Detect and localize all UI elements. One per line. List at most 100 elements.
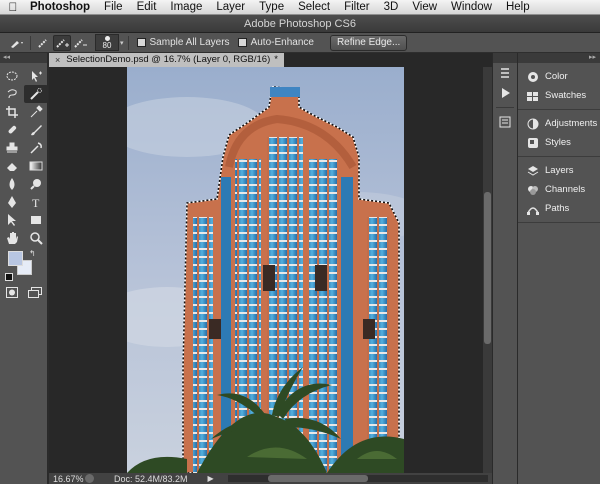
- options-separator: [30, 35, 31, 50]
- menu-bar:  Photoshop File Edit Image Layer Type S…: [0, 0, 600, 15]
- history-panel-icon[interactable]: [493, 63, 517, 83]
- menu-filter[interactable]: Filter: [337, 1, 377, 13]
- panel-styles[interactable]: Styles: [518, 133, 600, 152]
- styles-panel-icon: [526, 137, 539, 149]
- options-separator: [127, 35, 129, 50]
- auto-enhance-checkbox[interactable]: Auto-Enhance: [237, 37, 314, 48]
- menu-layer[interactable]: Layer: [209, 1, 252, 13]
- screen-mode-icon[interactable]: [28, 287, 42, 301]
- zoom-level[interactable]: 16.67%: [49, 474, 84, 484]
- panel-swatches[interactable]: Swatches: [518, 86, 600, 105]
- brush-size-picker[interactable]: 80: [95, 34, 119, 51]
- document-tab-label: SelectionDemo.psd @ 16.7% (Layer 0, RGB/…: [66, 54, 271, 65]
- document-tab[interactable]: × SelectionDemo.psd @ 16.7% (Layer 0, RG…: [49, 53, 284, 67]
- scrollbar-thumb[interactable]: [484, 192, 491, 344]
- horizontal-scrollbar[interactable]: [228, 475, 488, 482]
- layers-panel-icon: [526, 165, 539, 177]
- checkbox-box[interactable]: [237, 38, 247, 47]
- properties-panel-icon[interactable]: [493, 112, 517, 132]
- move-tool-icon[interactable]: [24, 67, 48, 85]
- panel-group-color: Color Swatches: [518, 63, 600, 110]
- lasso-tool-icon[interactable]: [0, 85, 24, 103]
- panel-paths[interactable]: Paths: [518, 199, 600, 218]
- panel-adjustments-label: Adjustments: [545, 118, 598, 129]
- menu-type[interactable]: Type: [252, 1, 291, 13]
- doc-size: Doc: 52.4M/83.2M: [114, 473, 188, 484]
- tower-photo: [127, 67, 404, 473]
- panel-styles-label: Styles: [545, 137, 571, 148]
- menu-3d[interactable]: 3D: [377, 1, 406, 13]
- panel-channels[interactable]: Channels: [518, 180, 600, 199]
- horizontal-scrollbar-thumb[interactable]: [268, 475, 368, 482]
- tool-preset-picker-icon[interactable]: [8, 35, 26, 51]
- marquee-tool-icon[interactable]: [0, 67, 24, 85]
- dodge-tool-icon[interactable]: [24, 175, 48, 193]
- actions-panel-icon[interactable]: [493, 83, 517, 103]
- swap-colors-icon[interactable]: ↰: [29, 249, 36, 258]
- menu-window[interactable]: Window: [444, 1, 499, 13]
- document-modified-marker: *: [274, 54, 278, 65]
- hand-tool-icon[interactable]: [0, 229, 24, 247]
- channels-panel-icon: [526, 184, 539, 196]
- options-bar: 80 ▾ Sample All Layers Auto-Enhance Refi…: [0, 33, 600, 53]
- close-document-icon[interactable]: ×: [55, 53, 60, 67]
- tools-collapse-icon[interactable]: ◂◂: [0, 53, 47, 63]
- refine-edge-button[interactable]: Refine Edge...: [329, 34, 408, 51]
- color-panel-icon: [526, 71, 539, 83]
- svg-text:T: T: [32, 196, 40, 209]
- clone-stamp-tool-icon[interactable]: [0, 139, 24, 157]
- menu-photoshop[interactable]: Photoshop: [26, 1, 97, 13]
- brush-tool-icon[interactable]: [24, 121, 48, 139]
- default-colors-icon[interactable]: [5, 273, 13, 281]
- image-canvas[interactable]: [127, 67, 404, 473]
- quick-mask-icon[interactable]: [6, 287, 18, 301]
- eraser-tool-icon[interactable]: [0, 157, 24, 175]
- checkbox-box[interactable]: [136, 38, 146, 47]
- apple-icon[interactable]: : [0, 0, 26, 14]
- panel-color[interactable]: Color: [518, 67, 600, 86]
- rectangle-tool-icon[interactable]: [24, 211, 48, 229]
- blur-tool-icon[interactable]: [0, 175, 24, 193]
- new-selection-brush-icon[interactable]: [35, 35, 53, 51]
- paths-panel-icon: [526, 203, 539, 215]
- vertical-scrollbar[interactable]: [483, 67, 492, 473]
- brush-dropdown-icon[interactable]: ▾: [120, 39, 124, 47]
- status-bar: 16.67% Doc: 52.4M/83.2M ▶: [49, 473, 492, 484]
- crop-tool-icon[interactable]: [0, 103, 24, 121]
- eyedropper-tool-icon[interactable]: [24, 103, 48, 121]
- menu-image[interactable]: Image: [163, 1, 209, 13]
- window-title: Adobe Photoshop CS6: [0, 15, 600, 33]
- path-selection-tool-icon[interactable]: [0, 211, 24, 229]
- subtract-from-selection-brush-icon[interactable]: [71, 35, 89, 51]
- sample-all-layers-checkbox[interactable]: Sample All Layers: [136, 37, 230, 48]
- gradient-tool-icon[interactable]: [24, 157, 48, 175]
- foreground-color-swatch[interactable]: [8, 251, 23, 266]
- auto-enhance-label: Auto-Enhance: [250, 37, 314, 48]
- pen-tool-icon[interactable]: [0, 193, 24, 211]
- tools-panel: ◂◂ T ↰: [0, 53, 48, 484]
- panel-color-label: Color: [545, 71, 568, 82]
- menu-edit[interactable]: Edit: [130, 1, 164, 13]
- adjustments-panel-icon: [526, 118, 539, 130]
- panel-layers-label: Layers: [545, 165, 574, 176]
- zoom-tool-icon[interactable]: [24, 229, 48, 247]
- quick-selection-tool-icon[interactable]: [24, 85, 48, 103]
- panel-layers[interactable]: Layers: [518, 161, 600, 180]
- panel-paths-label: Paths: [545, 203, 570, 214]
- menu-view[interactable]: View: [405, 1, 444, 13]
- panel-channels-label: Channels: [545, 184, 586, 195]
- type-tool-icon[interactable]: T: [24, 193, 48, 211]
- panel-adjustments[interactable]: Adjustments: [518, 114, 600, 133]
- menu-file[interactable]: File: [97, 1, 130, 13]
- menu-help[interactable]: Help: [499, 1, 537, 13]
- history-brush-tool-icon[interactable]: [24, 139, 48, 157]
- status-info-icon[interactable]: [85, 474, 94, 483]
- menu-select[interactable]: Select: [291, 1, 337, 13]
- document-area: × SelectionDemo.psd @ 16.7% (Layer 0, RG…: [49, 53, 492, 473]
- healing-brush-tool-icon[interactable]: [0, 121, 24, 139]
- add-to-selection-brush-icon[interactable]: [53, 34, 71, 51]
- panels-collapse-icon[interactable]: ▸▸: [518, 53, 600, 63]
- strip-collapse-bar[interactable]: [493, 53, 517, 63]
- status-menu-arrow-icon[interactable]: ▶: [208, 474, 214, 483]
- strip-divider: [496, 107, 514, 108]
